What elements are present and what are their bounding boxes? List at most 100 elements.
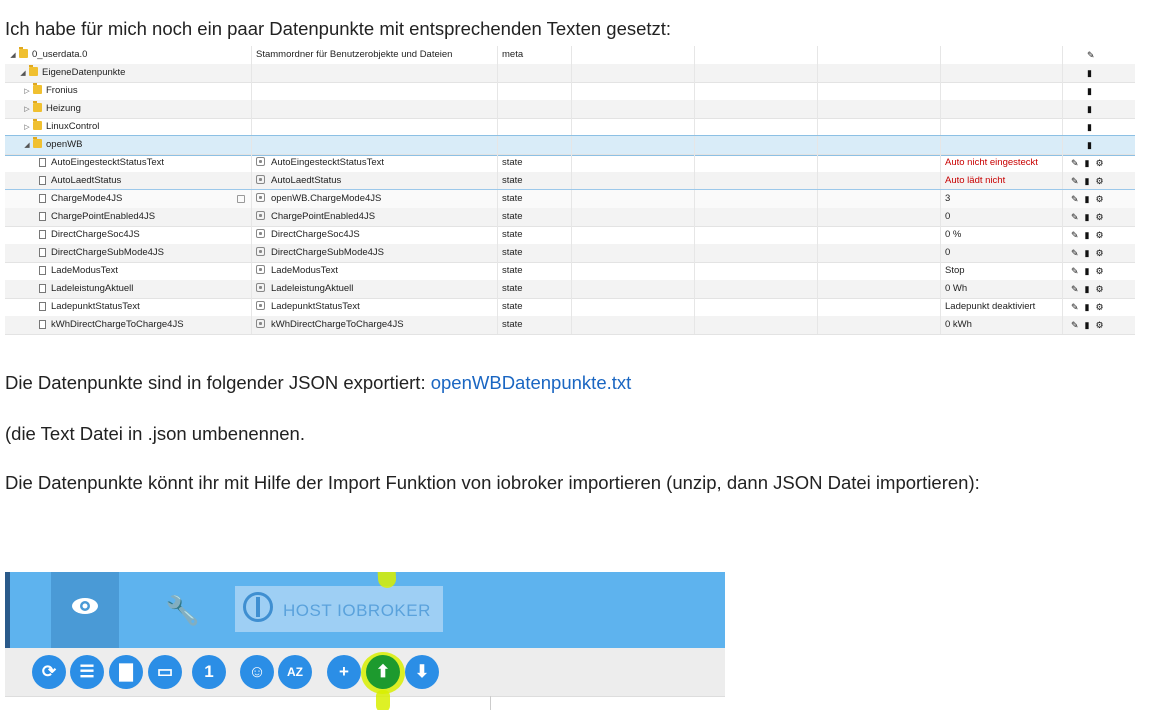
tree-value-cell[interactable] bbox=[941, 136, 1063, 154]
tree-row[interactable]: ◢ 0_userdata.0 Stammordner für Benutzerobj… bbox=[5, 46, 1135, 65]
edit-icon[interactable]: ✎ bbox=[1071, 284, 1079, 294]
edit-icon[interactable]: ✎ bbox=[1071, 176, 1079, 186]
tree-name-cell[interactable]: kWhDirectChargeToCharge4JS bbox=[5, 316, 252, 334]
tree-name-cell[interactable]: ◢ openWB bbox=[5, 136, 252, 154]
tree-name-cell[interactable]: ▷ Fronius bbox=[5, 82, 252, 100]
edit-icon[interactable]: ✎ bbox=[1071, 212, 1079, 222]
copy-icon[interactable] bbox=[237, 195, 245, 203]
tree-name-cell[interactable]: ChargePointEnabled4JS bbox=[5, 208, 252, 226]
delete-icon[interactable]: ▮ bbox=[1085, 158, 1090, 168]
expand-arrow-icon[interactable]: ▷ bbox=[23, 119, 31, 136]
delete-icon[interactable]: ▮ bbox=[1085, 302, 1090, 312]
edit-icon[interactable]: ✎ bbox=[1071, 230, 1079, 240]
tree-name-cell[interactable]: LadepunktStatusText bbox=[5, 298, 252, 316]
add-object-button[interactable]: + bbox=[327, 655, 361, 689]
tree-name-cell[interactable]: DirectChargeSubMode4JS bbox=[5, 244, 252, 262]
edit-icon[interactable]: ✎ bbox=[1087, 50, 1095, 60]
edit-icon[interactable]: ✎ bbox=[1071, 320, 1079, 330]
settings-icon[interactable]: ⚙ bbox=[1096, 176, 1104, 186]
settings-icon[interactable]: ⚙ bbox=[1096, 248, 1104, 258]
tree-row[interactable]: ▷ Heizung ▮ bbox=[5, 100, 1135, 119]
export-file-link[interactable]: openWBDatenpunkte.txt bbox=[431, 372, 632, 393]
download-export-button[interactable]: ⬇ bbox=[405, 655, 439, 689]
tree-value-cell[interactable]: 0 kWh bbox=[941, 316, 1063, 334]
edit-icon[interactable]: ✎ bbox=[1071, 248, 1079, 258]
tree-value-cell[interactable]: 0 Wh bbox=[941, 280, 1063, 298]
sort-az-button[interactable]: AZ bbox=[278, 655, 312, 689]
settings-icon[interactable]: ⚙ bbox=[1096, 302, 1104, 312]
list-view-button[interactable]: ☰ bbox=[70, 655, 104, 689]
settings-icon[interactable]: ⚙ bbox=[1096, 266, 1104, 276]
tree-value-cell[interactable] bbox=[941, 100, 1063, 118]
delete-icon[interactable]: ▮ bbox=[1085, 248, 1090, 258]
settings-icon[interactable]: ⚙ bbox=[1096, 212, 1104, 222]
tree-row[interactable]: AutoEingestecktStatusText AutoEingesteckt… bbox=[5, 154, 1135, 173]
tree-name-cell[interactable]: AutoLaedtStatus bbox=[5, 172, 252, 190]
delete-icon[interactable]: ▮ bbox=[1087, 86, 1092, 96]
tree-value-cell[interactable]: 0 bbox=[941, 244, 1063, 262]
delete-icon[interactable]: ▮ bbox=[1085, 320, 1090, 330]
delete-icon[interactable]: ▮ bbox=[1087, 140, 1092, 150]
tree-row[interactable]: LadepunktStatusText LadepunktStatusText st… bbox=[5, 298, 1135, 317]
delete-icon[interactable]: ▮ bbox=[1085, 212, 1090, 222]
tree-value-cell[interactable] bbox=[941, 82, 1063, 100]
tree-row[interactable]: ◢ EigeneDatenpunkte ▮ bbox=[5, 64, 1135, 83]
tree-row[interactable]: DirectChargeSoc4JS DirectChargeSoc4JS stat… bbox=[5, 226, 1135, 245]
tree-value-cell[interactable]: Stop bbox=[941, 262, 1063, 280]
tree-row[interactable]: ▷ LinuxControl ▮ bbox=[5, 118, 1135, 137]
expert-mode-button[interactable]: ☺ bbox=[240, 655, 274, 689]
delete-icon[interactable]: ▮ bbox=[1087, 122, 1092, 132]
tree-name-cell[interactable]: DirectChargeSoc4JS bbox=[5, 226, 252, 244]
tree-row[interactable]: kWhDirectChargeToCharge4JS kWhDirectCharg… bbox=[5, 316, 1135, 335]
delete-icon[interactable]: ▮ bbox=[1085, 284, 1090, 294]
settings-icon[interactable]: ⚙ bbox=[1096, 284, 1104, 294]
settings-icon[interactable]: ⚙ bbox=[1096, 320, 1104, 330]
folder-open-button[interactable]: ▭ bbox=[148, 655, 182, 689]
collapse-arrow-icon[interactable]: ◢ bbox=[19, 65, 27, 82]
expand-arrow-icon[interactable]: ▷ bbox=[23, 101, 31, 118]
settings-icon[interactable]: ⚙ bbox=[1096, 158, 1104, 168]
tree-name-cell[interactable]: ChargeMode4JS bbox=[5, 190, 252, 208]
edit-icon[interactable]: ✎ bbox=[1071, 302, 1079, 312]
tree-value-cell[interactable]: 0 bbox=[941, 208, 1063, 226]
delete-icon[interactable]: ▮ bbox=[1087, 68, 1092, 78]
tree-row[interactable]: ChargeMode4JS openWB.ChargeMode4JS state 3 ✎… bbox=[5, 189, 1135, 210]
tree-row[interactable]: ChargePointEnabled4JS ChargePointEnabled4… bbox=[5, 208, 1135, 227]
counter-button[interactable]: 1 bbox=[192, 655, 226, 689]
tree-row[interactable]: AutoLaedtStatus AutoLaedtStatus state Auto … bbox=[5, 172, 1135, 191]
delete-icon[interactable]: ▮ bbox=[1085, 230, 1090, 240]
tree-row[interactable]: DirectChargeSubMode4JS DirectChargeSubMod… bbox=[5, 244, 1135, 263]
tree-row[interactable]: ▷ Fronius ▮ bbox=[5, 82, 1135, 101]
edit-icon[interactable]: ✎ bbox=[1071, 158, 1079, 168]
settings-icon[interactable]: ⚙ bbox=[1096, 230, 1104, 240]
tree-value-cell[interactable]: Ladepunkt deaktiviert bbox=[941, 298, 1063, 316]
refresh-button[interactable]: ⟳ bbox=[32, 655, 66, 689]
tree-name-cell[interactable]: ◢ EigeneDatenpunkte bbox=[5, 64, 252, 82]
expand-arrow-icon[interactable]: ▷ bbox=[23, 83, 31, 100]
tree-row[interactable]: ◢ openWB ▮ bbox=[5, 135, 1135, 156]
collapse-arrow-icon[interactable]: ◢ bbox=[23, 137, 31, 154]
wrench-icon[interactable]: 🔧 bbox=[165, 594, 200, 627]
tree-value-cell[interactable] bbox=[941, 46, 1063, 64]
tree-value-cell[interactable] bbox=[941, 64, 1063, 82]
upload-import-button[interactable]: ⬆ bbox=[366, 655, 400, 689]
tree-name-cell[interactable]: AutoEingestecktStatusText bbox=[5, 154, 252, 172]
tree-name-cell[interactable]: ◢ 0_userdata.0 bbox=[5, 46, 252, 64]
delete-icon[interactable]: ▮ bbox=[1087, 104, 1092, 114]
collapse-arrow-icon[interactable]: ◢ bbox=[9, 47, 17, 64]
tree-value-cell[interactable]: Auto nicht eingesteckt bbox=[941, 154, 1063, 172]
edit-icon[interactable]: ✎ bbox=[1071, 194, 1079, 204]
tree-name-cell[interactable]: ▷ LinuxControl bbox=[5, 118, 252, 136]
folder-closed-button[interactable]: ▇ bbox=[109, 655, 143, 689]
tree-name-cell[interactable]: ▷ Heizung bbox=[5, 100, 252, 118]
tree-row[interactable]: LadeleistungAktuell LadeleistungAktuell st… bbox=[5, 280, 1135, 299]
tree-row[interactable]: LadeModusText LadeModusText state Stop ✎ ▮ ⚙ bbox=[5, 262, 1135, 281]
tree-value-cell[interactable]: 3 bbox=[941, 190, 1063, 208]
delete-icon[interactable]: ▮ bbox=[1085, 176, 1090, 186]
tree-name-cell[interactable]: LadeleistungAktuell bbox=[5, 280, 252, 298]
tree-value-cell[interactable]: Auto lädt nicht bbox=[941, 172, 1063, 190]
edit-icon[interactable]: ✎ bbox=[1071, 266, 1079, 276]
tree-name-cell[interactable]: LadeModusText bbox=[5, 262, 252, 280]
delete-icon[interactable]: ▮ bbox=[1085, 266, 1090, 276]
delete-icon[interactable]: ▮ bbox=[1085, 194, 1090, 204]
